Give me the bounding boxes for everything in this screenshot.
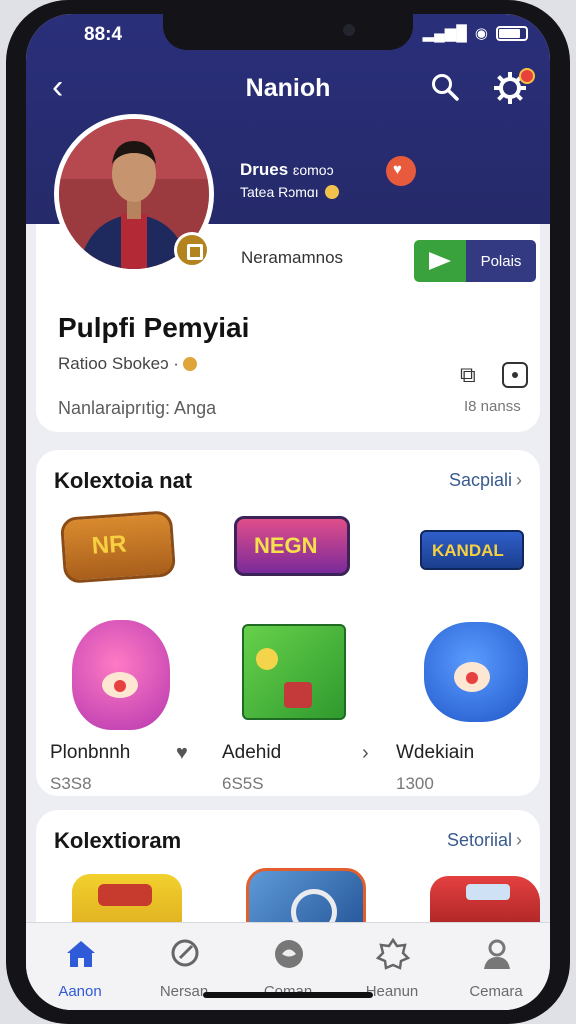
profile-meta: Nanlaraiprıtig: Anga <box>58 398 217 418</box>
collectible-image[interactable] <box>72 620 170 730</box>
expand-icon[interactable] <box>502 362 528 388</box>
chevron-right-icon: › <box>516 830 522 850</box>
battery-icon <box>496 25 528 41</box>
puzzle-icon <box>376 937 410 970</box>
status-time: 88:4 <box>84 24 123 45</box>
profile-subtitle: Ratioo Sbokeɔ · <box>58 354 197 374</box>
person-icon <box>484 939 510 969</box>
item-name: Wdekiain <box>396 742 475 763</box>
see-all-link[interactable]: Setoriial › <box>447 830 522 851</box>
home-indicator <box>203 992 373 998</box>
screen: 88:4 ▂▄▆█ ◉ ‹ Nanioh Drues ɛomoɔ Tatea R… <box>26 14 550 1010</box>
badge-item[interactable]: KANDAL <box>420 530 524 570</box>
tab-home[interactable]: Aanon <box>28 923 132 1010</box>
signal-icon: ▂▄▆█ <box>422 25 467 42</box>
page-title: Nanioh <box>245 74 331 102</box>
tab-label: Aanon <box>58 983 102 1000</box>
notch <box>163 14 413 50</box>
section-title: Kolextioram <box>54 828 182 853</box>
home-icon <box>67 941 95 967</box>
item-price: 1300 <box>396 774 434 793</box>
group-subtitle: Tatea Rɔmɑı <box>240 184 339 200</box>
collectible-image[interactable] <box>424 622 528 722</box>
rank-label: Neramamnos <box>241 248 344 267</box>
coin-icon <box>324 185 339 199</box>
chat-icon <box>275 940 303 968</box>
meta-count: I8 nanss <box>464 398 521 415</box>
heart-icon[interactable]: ♥ <box>176 742 188 765</box>
favorite-icon[interactable] <box>386 156 416 186</box>
verified-badge <box>174 232 210 268</box>
tab-profile[interactable]: Cemara <box>444 923 548 1010</box>
collectible-image[interactable] <box>242 624 346 720</box>
chevron-right-icon[interactable]: › <box>362 742 369 765</box>
search-tab-icon <box>171 939 199 967</box>
collection-section: Kolextoia nat Sacpiali › NR NEGN KANDAL P… <box>36 450 540 796</box>
status-icons: ▂▄▆█ ◉ <box>423 24 528 42</box>
follow-button-label: Polais <box>466 240 536 282</box>
item-name: Adehid <box>222 742 282 763</box>
item-name: Plonbnnh <box>50 742 131 763</box>
badge-item[interactable]: NEGN <box>234 516 350 576</box>
phone-frame: 88:4 ▂▄▆█ ◉ ‹ Nanioh Drues ɛomoɔ Tatea R… <box>6 0 570 1024</box>
profile-name: Pulpfi Pemyiai <box>58 312 250 343</box>
coin-icon <box>182 357 197 371</box>
search-icon[interactable] <box>430 72 460 107</box>
item-price: 6S5S <box>222 774 264 793</box>
section-title: Kolextoia nat <box>54 468 193 493</box>
item-price: S3S8 <box>50 774 92 793</box>
follow-button[interactable]: Polais <box>414 240 536 282</box>
tab-label: Cemara <box>469 983 523 1000</box>
share-icon[interactable]: ⧉ <box>460 362 476 388</box>
wifi-icon: ◉ <box>474 25 488 42</box>
see-all-link[interactable]: Sacpiali › <box>449 470 522 491</box>
flag-icon <box>414 240 466 282</box>
chevron-right-icon: › <box>516 470 522 490</box>
group-name: Drues ɛomoɔ <box>240 160 334 179</box>
notification-badge <box>519 68 535 84</box>
badge-item[interactable]: NR <box>59 510 177 584</box>
